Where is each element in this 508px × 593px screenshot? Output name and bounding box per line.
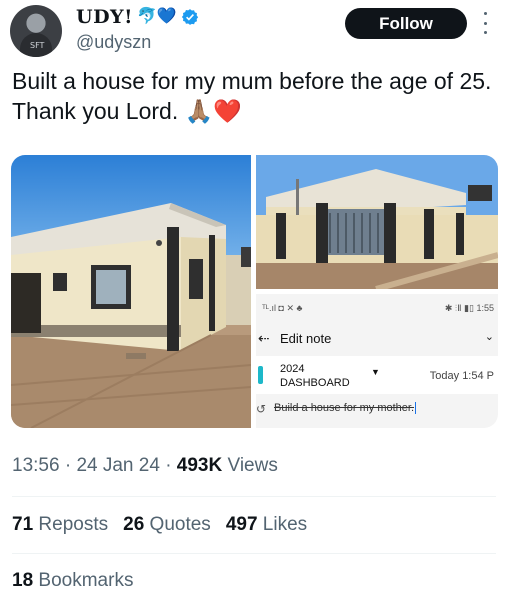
display-name[interactable]: UDY! <box>76 6 133 28</box>
note-date: Today 1:54 P <box>429 370 494 382</box>
note-body: Build a house for my mother. <box>274 402 417 415</box>
author-name-row[interactable]: UDY! 🐬💙 <box>76 6 199 28</box>
tweet-time[interactable]: 13:56 <box>12 455 60 476</box>
folder-color-icon <box>258 366 263 384</box>
phone-status-bar: ᵀᴸ.ıl ◘ ✕ ♣ ✱ ⫶Ⅱ ▮▯ 1:55 <box>256 294 498 322</box>
name-emoji: 🐬💙 <box>136 8 177 25</box>
more-options-icon[interactable] <box>482 12 488 34</box>
quotes-stat[interactable]: 26 Quotes <box>123 514 211 536</box>
folder-name: DASHBOARD <box>280 377 350 389</box>
divider <box>12 496 496 497</box>
divider <box>12 553 496 554</box>
media-grid: ᵀᴸ.ıl ◘ ✕ ♣ ✱ ⫶Ⅱ ▮▯ 1:55 ⇠ Edit note ⌄ 2… <box>11 155 498 428</box>
views-count: 493K <box>176 455 223 476</box>
note-header: ⇠ Edit note ⌄ <box>256 326 498 352</box>
back-arrow-icon: ⇠ <box>258 330 270 346</box>
note-title: Edit note <box>280 331 332 346</box>
views-label: Views <box>227 455 278 476</box>
undo-icon: ↺ <box>256 402 267 416</box>
caret-down-icon: ▼ <box>371 367 380 377</box>
avatar-shirt-text: SFT <box>30 41 45 50</box>
tweet-body: Built a house for my mum before the age … <box>12 68 492 124</box>
house-photo-front[interactable] <box>11 155 251 428</box>
engagement-stats: 71 Reposts 26 Quotes 497 Likes <box>12 514 322 536</box>
tweet-date[interactable]: 24 Jan 24 <box>76 455 159 476</box>
status-right: ✱ ⫶Ⅱ ▮▯ 1:55 <box>444 303 494 313</box>
separator-dot: · <box>64 455 77 476</box>
tweet-emoji: 🙏🏽❤️ <box>184 98 242 124</box>
avatar[interactable]: SFT <box>10 5 62 57</box>
tweet-meta: 13:56 · 24 Jan 24 · 493K Views <box>12 455 278 477</box>
likes-stat[interactable]: 497 Likes <box>226 514 307 536</box>
chevron-down-icon: ⌄ <box>484 331 494 343</box>
follow-button[interactable]: Follow <box>345 8 467 39</box>
reposts-stat[interactable]: 71 Reposts <box>12 514 108 536</box>
status-left: ᵀᴸ.ıl ◘ ✕ ♣ <box>262 303 303 313</box>
notes-screenshot[interactable]: ᵀᴸ.ıl ◘ ✕ ♣ ✱ ⫶Ⅱ ▮▯ 1:55 ⇠ Edit note ⌄ 2… <box>256 294 498 428</box>
note-folder-row: 2024 DASHBOARD ▼ Today 1:54 P <box>256 356 498 394</box>
separator-dot: · <box>165 455 177 476</box>
verified-badge-icon <box>181 9 198 25</box>
folder-year: 2024 <box>280 363 305 375</box>
house-photo-gate[interactable] <box>256 155 498 289</box>
note-body-row: ↺ Build a house for my mother. <box>256 396 498 422</box>
author-handle[interactable]: @udyszn <box>76 32 151 53</box>
tweet-text: Built a house for my mum before the age … <box>12 66 502 126</box>
bookmarks-stat[interactable]: 18 Bookmarks <box>12 570 133 592</box>
